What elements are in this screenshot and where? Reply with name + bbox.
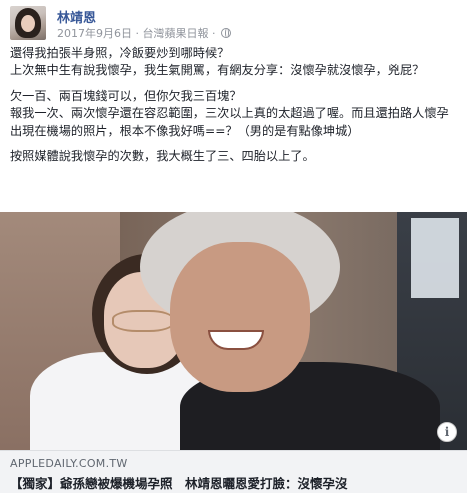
info-icon[interactable]: i bbox=[437, 422, 457, 442]
post-line-1: 還得我拍張半身照，冷飯要炒到哪時候？ bbox=[10, 46, 230, 60]
link-domain: APPLEDAILY.COM.TW bbox=[10, 457, 128, 470]
post-body: 還得我拍張半身照，冷飯要炒到哪時候？ 上次無中生有說我懷孕，我生氣開罵，有網友分… bbox=[10, 45, 458, 165]
post-header: 林靖恩 2017年9月6日 · 台灣蘋果日報 · bbox=[10, 6, 450, 40]
avatar-face bbox=[21, 15, 35, 32]
link-preview-caption[interactable]: APPLEDAILY.COM.TW 【獨家】爺孫戀被爆機場孕照 林靖恩曬恩愛打臉… bbox=[0, 450, 467, 493]
photo-sign bbox=[411, 218, 459, 298]
post-meta: 2017年9月6日 · 台灣蘋果日報 · bbox=[57, 25, 231, 41]
meta-separator-2: · bbox=[212, 27, 216, 40]
globe-icon[interactable] bbox=[221, 28, 231, 38]
facebook-post: 林靖恩 2017年9月6日 · 台灣蘋果日報 · 還得我拍張半身照，冷飯要炒到哪… bbox=[0, 0, 467, 493]
post-line-2: 上次無中生有說我懷孕，我生氣開罵，有網友分享：沒懷孕就沒懷孕，兇屁？ bbox=[10, 63, 425, 78]
post-date[interactable]: 2017年9月6日 bbox=[57, 27, 132, 40]
post-line-4: 報我一次、兩次懷孕還在容忍範圍，三次以上真的太超過了喔。而且還拍路人懷孕出現在機… bbox=[10, 106, 449, 138]
link-title[interactable]: 【獨家】爺孫戀被爆機場孕照 林靖恩曬恩愛打臉：沒懷孕沒 bbox=[10, 473, 460, 492]
post-line-3: 欠一百、兩百塊錢可以，但你欠我三百塊？ bbox=[10, 88, 242, 103]
post-location[interactable]: 台灣蘋果日報 bbox=[143, 27, 209, 40]
avatar[interactable] bbox=[10, 6, 46, 40]
author-name[interactable]: 林靖恩 bbox=[57, 7, 96, 26]
post-line-5: 按照媒體說我懷孕的次數，我大概生了三、四胎以上了。 bbox=[10, 149, 315, 164]
photo-man-face bbox=[170, 242, 310, 392]
photo-glasses bbox=[112, 310, 174, 332]
meta-separator: · bbox=[135, 27, 140, 40]
link-preview-image[interactable]: i bbox=[0, 212, 467, 450]
